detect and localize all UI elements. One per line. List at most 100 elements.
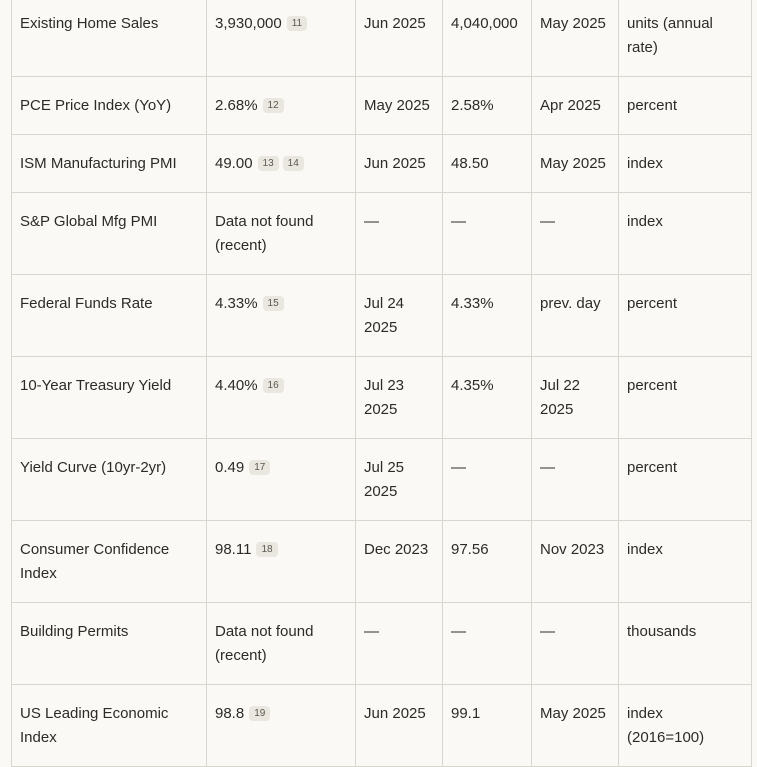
latest-value-cell: 4.40% 16: [206, 356, 356, 439]
indicator-name-text: Yield Curve (10yr-2yr): [20, 459, 167, 476]
latest-date-cell: Jun 2025: [355, 684, 443, 767]
previous-date-cell: May 2025: [531, 134, 619, 193]
previous-value-text: —: [451, 623, 466, 640]
latest-date-cell: Jul 24 2025: [355, 274, 443, 357]
latest-value-text: 4.33%: [215, 295, 258, 312]
latest-value-text: 98.8: [215, 705, 245, 722]
latest-value-cell: 98.8 19: [206, 684, 356, 767]
latest-date-text: Jul 24 2025: [364, 295, 405, 336]
previous-value-cell: 4.35%: [442, 356, 532, 439]
unit-cell: thousands: [618, 602, 752, 685]
latest-value-cell: Data not found (recent): [206, 192, 356, 275]
latest-date-text: May 2025: [364, 97, 430, 114]
latest-date-cell: Jul 25 2025: [355, 438, 443, 521]
unit-text: thousands: [627, 623, 697, 640]
previous-date-text: prev. day: [540, 295, 601, 312]
previous-date-text: —: [540, 213, 555, 230]
latest-value-text: 4.40%: [215, 377, 258, 394]
latest-value-cell: Data not found (recent): [206, 602, 356, 685]
previous-date-cell: Nov 2023: [531, 520, 619, 603]
indicator-name-cell: PCE Price Index (YoY): [11, 76, 207, 135]
latest-date-cell: Jun 2025: [355, 134, 443, 193]
previous-value-cell: 2.58%: [442, 76, 532, 135]
latest-value-cell: 4.33% 15: [206, 274, 356, 357]
previous-date-text: May 2025: [540, 15, 606, 32]
previous-date-text: —: [540, 459, 555, 476]
latest-date-cell: —: [355, 192, 443, 275]
latest-date-text: Jun 2025: [364, 155, 426, 172]
previous-date-text: May 2025: [540, 705, 606, 722]
latest-date-cell: Jul 23 2025: [355, 356, 443, 439]
indicator-name-cell: Federal Funds Rate: [11, 274, 207, 357]
citation-badge[interactable]: 16: [262, 378, 284, 393]
unit-text: percent: [627, 97, 678, 114]
indicator-name-cell: US Leading Economic Index: [11, 684, 207, 767]
unit-text: index: [627, 213, 663, 230]
previous-value-cell: —: [442, 602, 532, 685]
previous-value-text: 97.56: [451, 541, 489, 558]
latest-date-cell: —: [355, 602, 443, 685]
citation-badge[interactable]: 11: [286, 16, 308, 31]
previous-date-cell: Jul 22 2025: [531, 356, 619, 439]
previous-date-cell: —: [531, 438, 619, 521]
indicator-name-cell: Yield Curve (10yr-2yr): [11, 438, 207, 521]
unit-cell: units (annual rate): [618, 0, 752, 77]
latest-value-text: 2.68%: [215, 97, 258, 114]
previous-date-cell: Apr 2025: [531, 76, 619, 135]
latest-date-text: Jul 25 2025: [364, 459, 405, 500]
previous-date-text: Jul 22 2025: [540, 377, 581, 418]
latest-date-text: —: [364, 623, 379, 640]
latest-value-cell: 2.68% 12: [206, 76, 356, 135]
unit-cell: percent: [618, 76, 752, 135]
previous-value-text: 4.35%: [451, 377, 494, 394]
previous-date-cell: —: [531, 602, 619, 685]
citation-badge[interactable]: 13: [257, 156, 279, 171]
citation-badge[interactable]: 17: [249, 460, 271, 475]
unit-cell: index (2016=100): [618, 684, 752, 767]
previous-value-cell: —: [442, 192, 532, 275]
indicator-name-cell: Consumer Confidence Index: [11, 520, 207, 603]
indicator-name-text: PCE Price Index (YoY): [20, 97, 172, 114]
latest-date-text: Dec 2023: [364, 541, 429, 558]
citation-badge[interactable]: 18: [256, 542, 278, 557]
previous-value-cell: 97.56: [442, 520, 532, 603]
citation-badge[interactable]: 19: [249, 706, 271, 721]
citation-badge[interactable]: 14: [282, 156, 304, 171]
unit-text: index (2016=100): [627, 705, 705, 746]
indicator-name-text: 10-Year Treasury Yield: [20, 377, 172, 394]
indicator-name-cell: Building Permits: [11, 602, 207, 685]
unit-text: index: [627, 541, 663, 558]
unit-text: index: [627, 155, 663, 172]
table-row: PCE Price Index (YoY) 2.68% 12 May 2025 2.58…: [11, 76, 752, 135]
indicator-name-text: Existing Home Sales: [20, 15, 159, 32]
latest-value-cell: 98.11 18: [206, 520, 356, 603]
unit-text: percent: [627, 459, 678, 476]
citation-badge[interactable]: 12: [262, 98, 284, 113]
latest-date-cell: May 2025: [355, 76, 443, 135]
latest-value-text: Data not found (recent): [215, 623, 314, 664]
latest-value-cell: 0.49 17: [206, 438, 356, 521]
latest-value-text: 3,930,000: [215, 15, 282, 32]
latest-value-text: 98.11: [215, 541, 252, 558]
previous-date-text: May 2025: [540, 155, 606, 172]
previous-date-cell: —: [531, 192, 619, 275]
previous-value-cell: 99.1: [442, 684, 532, 767]
table-body: Existing Home Sales 3,930,000 11 Jun 2025 4,…: [11, 0, 752, 767]
unit-cell: index: [618, 134, 752, 193]
table-row: 10-Year Treasury Yield 4.40% 16 Jul 23 2025…: [11, 356, 752, 439]
table-row: Yield Curve (10yr-2yr) 0.49 17 Jul 25 2025 —…: [11, 438, 752, 521]
previous-value-cell: 4.33%: [442, 274, 532, 357]
previous-value-text: —: [451, 213, 466, 230]
indicator-name-text: Federal Funds Rate: [20, 295, 153, 312]
previous-value-text: 99.1: [451, 705, 481, 722]
table-row: Building Permits Data not found (recent) —…: [11, 602, 752, 685]
table-row: US Leading Economic Index 98.8 19 Jun 2025 9…: [11, 684, 752, 767]
latest-value-cell: 3,930,000 11: [206, 0, 356, 77]
indicator-name-cell: 10-Year Treasury Yield: [11, 356, 207, 439]
previous-value-cell: 48.50: [442, 134, 532, 193]
unit-cell: percent: [618, 356, 752, 439]
latest-date-text: Jul 23 2025: [364, 377, 405, 418]
indicator-table-container: Existing Home Sales 3,930,000 11 Jun 2025 4,…: [11, 0, 752, 767]
citation-badge[interactable]: 15: [262, 296, 284, 311]
previous-value-cell: —: [442, 438, 532, 521]
